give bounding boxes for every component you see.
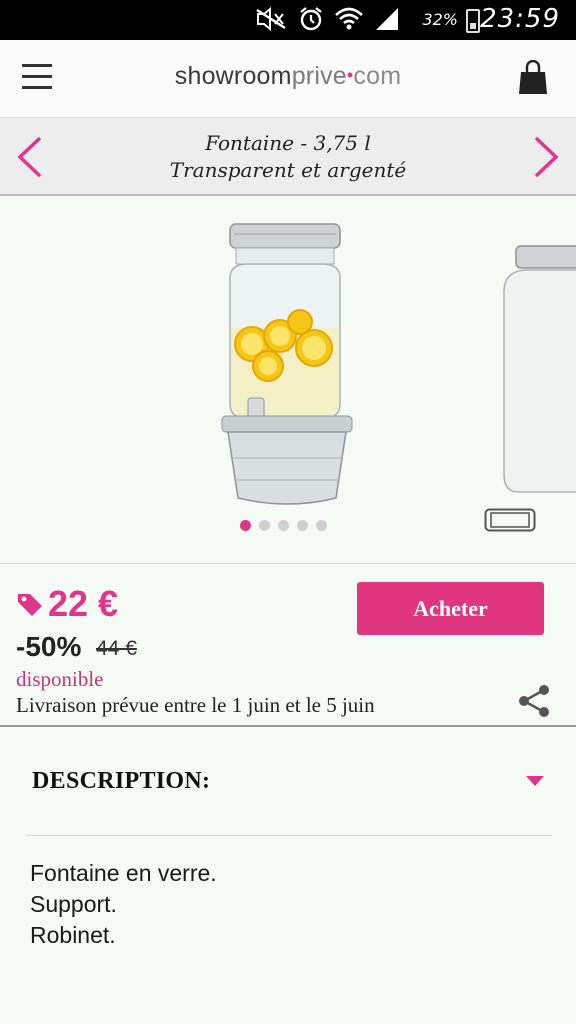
battery-icon	[466, 9, 480, 33]
price-tag-icon	[18, 594, 42, 616]
app-header: showroomprive•com	[0, 40, 576, 118]
carousel-pagination	[240, 520, 327, 531]
description-toggle[interactable]: DESCRIPTION:	[26, 742, 552, 836]
product-image-jar-next[interactable]	[494, 242, 576, 502]
description-line: Fontaine en verre.	[30, 860, 217, 886]
product-image-dispenser[interactable]	[208, 218, 368, 518]
product-title-line2: Transparent et argenté	[169, 158, 407, 182]
product-navigation: Fontaine - 3,75 l Transparent et argenté	[0, 118, 576, 196]
delivery-info: Livraison prévue entre le 1 juin et le 5…	[16, 693, 375, 717]
logo-text-showroom: showroom	[174, 62, 292, 90]
logo-text-prive: prive	[291, 62, 347, 90]
product-title: Fontaine - 3,75 l Transparent et argenté	[80, 130, 496, 184]
current-price: 22 €	[48, 583, 119, 624]
share-icon[interactable]	[516, 683, 552, 719]
cell-signal-icon	[376, 8, 398, 30]
logo-text-com: com	[353, 62, 402, 90]
landscape-view-icon[interactable]	[484, 508, 536, 532]
shopping-bag-icon[interactable]	[518, 60, 548, 96]
price-section: 22 € -50% 44 € disponible Livraison prév…	[0, 565, 576, 727]
carousel-dot-4[interactable]	[297, 520, 308, 531]
carousel-dot-5[interactable]	[316, 520, 327, 531]
price: 22 €	[16, 583, 118, 625]
chevron-right-icon[interactable]	[526, 134, 566, 180]
buy-button[interactable]: Acheter	[357, 582, 544, 635]
discount-badge: -50%	[16, 631, 82, 662]
status-icons	[254, 6, 400, 32]
wifi-icon	[335, 7, 363, 30]
product-title-line1: Fontaine - 3,75 l	[205, 131, 371, 155]
status-bar: 32% 23:59	[0, 0, 576, 40]
carousel-dot-3[interactable]	[278, 520, 289, 531]
description-line: Support.	[30, 891, 117, 917]
alarm-icon	[300, 7, 322, 31]
availability-status: disponible	[16, 667, 104, 691]
battery-percentage: 32%	[422, 10, 458, 29]
description-body: Fontaine en verre. Support. Robinet.	[30, 858, 217, 951]
clock: 23:59	[480, 4, 560, 34]
notifications-muted-icon	[256, 6, 286, 32]
chevron-left-icon[interactable]	[10, 134, 50, 180]
product-image-carousel[interactable]	[0, 196, 576, 564]
description-title: DESCRIPTION:	[32, 768, 211, 794]
carousel-dot-2[interactable]	[259, 520, 270, 531]
chevron-down-icon	[526, 776, 544, 786]
description-line: Robinet.	[30, 922, 116, 948]
carousel-dot-1[interactable]	[240, 520, 251, 531]
original-price: 44 €	[96, 637, 137, 660]
logo[interactable]: showroomprive•com	[0, 62, 576, 91]
